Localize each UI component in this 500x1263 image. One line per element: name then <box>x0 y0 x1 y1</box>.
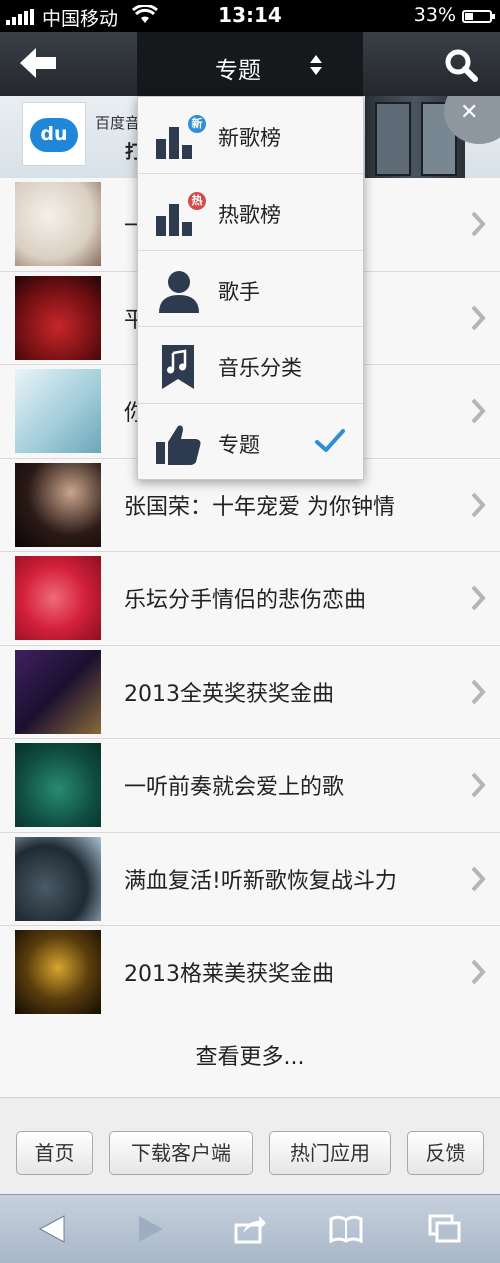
share-icon[interactable] <box>233 1213 267 1245</box>
chevron-right-icon <box>471 492 486 517</box>
album-cover <box>15 930 101 1014</box>
load-more-button[interactable]: 查看更多... <box>0 1018 500 1098</box>
battery-percent: 33% <box>413 4 456 26</box>
search-icon[interactable] <box>444 48 478 82</box>
list-item[interactable]: 2013格莱美获奖金曲 <box>0 926 500 1020</box>
ad-text: 百度音 <box>95 114 141 132</box>
bookmarks-icon[interactable] <box>329 1213 363 1245</box>
chevron-right-icon <box>471 772 486 798</box>
browser-forward-icon[interactable] <box>133 1213 167 1245</box>
hot-badge: 热 <box>188 191 206 210</box>
browser-toolbar <box>0 1194 500 1263</box>
list-item[interactable]: 一听前奏就会爱上的歌 <box>0 739 500 833</box>
status-bar: 中国移动 13:14 33% <box>0 0 500 32</box>
home-button[interactable]: 首页 <box>16 1131 93 1175</box>
back-arrow-icon[interactable] <box>18 46 58 80</box>
menu-item-singers[interactable]: 歌手 <box>138 251 363 328</box>
singer-icon <box>159 270 199 313</box>
chevron-right-icon <box>471 585 486 611</box>
chevron-right-icon <box>471 398 486 424</box>
album-cover <box>15 275 101 360</box>
category-dropdown-menu: 新 新歌榜 热 热歌榜 歌手 音乐分类 专题 <box>137 96 364 480</box>
chevron-right-icon <box>471 866 486 891</box>
list-item[interactable]: 乐坛分手情侣的悲伤恋曲 <box>0 552 500 646</box>
menu-item-music-categories[interactable]: 音乐分类 <box>138 327 363 405</box>
category-switcher[interactable]: 专题 <box>137 32 363 96</box>
album-cover <box>15 743 101 827</box>
feedback-button[interactable]: 反馈 <box>407 1131 484 1175</box>
album-cover <box>15 462 101 547</box>
album-cover <box>15 369 101 453</box>
chevron-right-icon <box>471 959 486 985</box>
chevron-right-icon <box>471 679 486 704</box>
baidu-music-logo: du <box>22 102 86 166</box>
album-cover <box>15 649 101 734</box>
tabs-icon[interactable] <box>428 1213 462 1245</box>
battery-icon <box>462 10 495 23</box>
close-icon: ✕ <box>460 100 479 125</box>
music-category-icon <box>162 345 194 390</box>
chevron-right-icon <box>471 211 486 237</box>
browser-back-icon[interactable] <box>36 1213 70 1245</box>
new-badge: 新 <box>188 115 206 133</box>
album-cover <box>15 836 101 921</box>
album-cover <box>15 556 101 640</box>
popular-apps-button[interactable]: 热门应用 <box>269 1131 391 1175</box>
thumbs-up-icon <box>156 425 201 466</box>
sort-arrows-icon <box>310 55 322 75</box>
chevron-right-icon <box>471 305 486 330</box>
list-item[interactable]: 满血复活!听新歌恢复战斗力 <box>0 832 500 926</box>
top-nav-bar: 专题 <box>0 32 500 96</box>
menu-item-topics[interactable]: 专题 <box>138 404 363 481</box>
menu-item-new-songs[interactable]: 新 新歌榜 <box>138 97 363 174</box>
album-cover <box>15 182 101 266</box>
checkmark-icon <box>315 429 345 453</box>
download-client-button[interactable]: 下载客户端 <box>109 1131 253 1175</box>
menu-item-hot-songs[interactable]: 热 热歌榜 <box>138 174 363 251</box>
list-item[interactable]: 2013全英奖获奖金曲 <box>0 645 500 739</box>
footer-links: 首页 下载客户端 热门应用 反馈 <box>0 1098 500 1194</box>
